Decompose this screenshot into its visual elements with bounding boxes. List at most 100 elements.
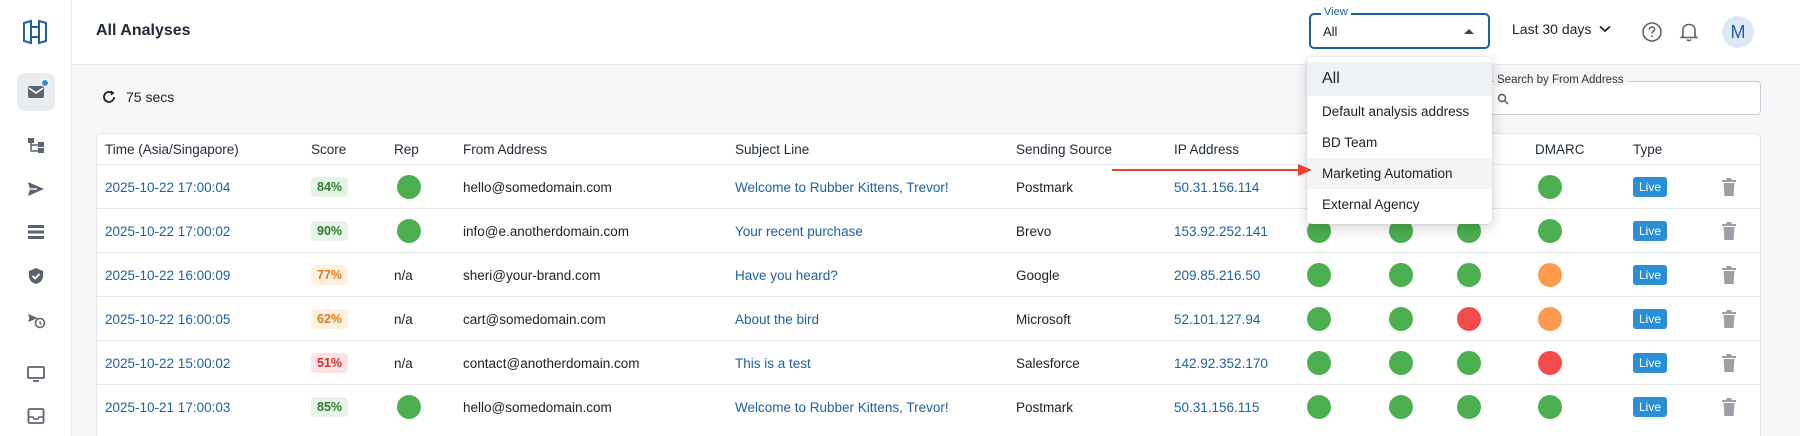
sidebar bbox=[0, 0, 72, 436]
score-badge: 84% bbox=[311, 177, 349, 197]
col-header-score[interactable]: Score bbox=[311, 142, 346, 157]
row-time-link[interactable]: 2025-10-22 16:00:09 bbox=[105, 253, 230, 297]
auth-check-dot bbox=[1457, 307, 1481, 331]
table-row[interactable]: 2025-10-22 17:00:04 84% hello@somedomain.c… bbox=[97, 164, 1760, 209]
sidebar-item-lists[interactable] bbox=[17, 213, 55, 251]
view-option-default[interactable]: Default analysis address bbox=[1307, 96, 1492, 127]
rep-status-dot bbox=[397, 175, 421, 199]
trash-icon bbox=[1722, 222, 1736, 240]
view-dropdown-menu: All Default analysis address BD Team Mar… bbox=[1307, 57, 1492, 224]
sidebar-item-inbox[interactable] bbox=[17, 397, 55, 435]
help-button[interactable] bbox=[1640, 20, 1664, 44]
ip-address-link[interactable]: 50.31.156.115 bbox=[1174, 385, 1259, 429]
view-select[interactable]: View All bbox=[1309, 6, 1490, 49]
type-badge: Live bbox=[1633, 397, 1668, 417]
ip-address-link[interactable]: 209.85.216.50 bbox=[1174, 253, 1260, 297]
col-header-dmarc[interactable]: DMARC bbox=[1535, 142, 1585, 157]
col-header-rep[interactable]: Rep bbox=[394, 142, 419, 157]
col-header-time[interactable]: Time (Asia/Singapore) bbox=[105, 142, 239, 157]
subject-link[interactable]: About the bird bbox=[735, 297, 819, 341]
ip-address-link[interactable]: 142.92.352.170 bbox=[1174, 341, 1268, 385]
sidebar-item-scheduled[interactable] bbox=[17, 301, 55, 339]
refresh-control[interactable]: 75 secs bbox=[101, 89, 174, 105]
score-badge: 77% bbox=[311, 265, 349, 285]
help-icon bbox=[1642, 22, 1662, 42]
subject-link[interactable]: Welcome to Rubber Kittens, Trevor! bbox=[735, 385, 949, 429]
rep-value: n/a bbox=[394, 267, 413, 283]
delete-button[interactable] bbox=[1722, 165, 1736, 209]
row-time-link[interactable]: 2025-10-22 16:00:05 bbox=[105, 297, 230, 341]
sending-source: Brevo bbox=[1016, 223, 1052, 239]
from-address: sheri@your-brand.com bbox=[463, 267, 601, 283]
view-option-marketing-automation[interactable]: Marketing Automation bbox=[1307, 158, 1492, 189]
search-input[interactable]: Search by From Address bbox=[1486, 74, 1761, 115]
type-badge: Live bbox=[1633, 177, 1668, 197]
date-range-button[interactable]: Last 30 days bbox=[1512, 21, 1611, 37]
trash-icon bbox=[1722, 310, 1736, 328]
table-row[interactable]: 2025-10-22 17:00:02 90% info@e.anotherdoma… bbox=[97, 208, 1760, 253]
hierarchy-icon bbox=[28, 138, 44, 153]
subject-link[interactable]: Welcome to Rubber Kittens, Trevor! bbox=[735, 165, 949, 209]
sending-source: Salesforce bbox=[1016, 355, 1080, 371]
sending-source: Microsoft bbox=[1016, 311, 1071, 327]
inbox-icon bbox=[27, 408, 45, 424]
table-row[interactable]: 2025-10-22 15:00:02 51% n/a contact@another… bbox=[97, 340, 1760, 385]
dmarc-status-dot bbox=[1538, 219, 1562, 243]
sidebar-item-monitor[interactable] bbox=[17, 355, 55, 393]
row-time-link[interactable]: 2025-10-22 15:00:02 bbox=[105, 341, 230, 385]
auth-check-dot bbox=[1457, 395, 1481, 419]
from-address: cart@somedomain.com bbox=[463, 311, 606, 327]
col-header-type[interactable]: Type bbox=[1633, 142, 1662, 157]
delete-button[interactable] bbox=[1722, 297, 1736, 341]
subject-link[interactable]: Your recent purchase bbox=[735, 209, 863, 253]
rep-status-dot bbox=[397, 219, 421, 243]
auth-check-dot bbox=[1457, 263, 1481, 287]
trash-icon bbox=[1722, 354, 1736, 372]
view-option-bd-team[interactable]: BD Team bbox=[1307, 127, 1492, 158]
col-header-subject[interactable]: Subject Line bbox=[735, 142, 809, 157]
refresh-icon bbox=[103, 90, 115, 103]
sidebar-item-security[interactable] bbox=[17, 257, 55, 295]
score-badge: 90% bbox=[311, 221, 349, 241]
ip-address-link[interactable]: 52.101.127.94 bbox=[1174, 297, 1260, 341]
chevron-down-icon bbox=[1599, 25, 1611, 33]
row-time-link[interactable]: 2025-10-22 17:00:02 bbox=[105, 209, 230, 253]
row-time-link[interactable]: 2025-10-21 17:00:03 bbox=[105, 385, 230, 429]
delete-button[interactable] bbox=[1722, 209, 1736, 253]
rep-value: n/a bbox=[394, 355, 413, 371]
dmarc-status-dot bbox=[1538, 263, 1562, 287]
subject-link[interactable]: This is a test bbox=[735, 341, 811, 385]
auth-check-dot bbox=[1389, 351, 1413, 375]
sending-source: Postmark bbox=[1016, 399, 1074, 415]
table-row[interactable]: 2025-10-21 17:00:03 85% hello@somedomain.c… bbox=[97, 384, 1760, 429]
table-row[interactable]: 2025-10-22 16:00:05 62% n/a cart@somedomain… bbox=[97, 296, 1760, 341]
user-avatar[interactable]: M bbox=[1722, 16, 1754, 48]
col-header-ip[interactable]: IP Address bbox=[1174, 142, 1239, 157]
type-badge: Live bbox=[1633, 353, 1668, 373]
delete-button[interactable] bbox=[1722, 341, 1736, 385]
sidebar-item-hierarchy[interactable] bbox=[17, 126, 55, 164]
trash-icon bbox=[1722, 178, 1736, 196]
col-header-source[interactable]: Sending Source bbox=[1016, 142, 1112, 157]
dmarc-status-dot bbox=[1538, 175, 1562, 199]
table-row[interactable]: 2025-10-22 16:00:09 77% n/a sheri@your-bran… bbox=[97, 252, 1760, 297]
row-time-link[interactable]: 2025-10-22 17:00:04 bbox=[105, 165, 230, 209]
from-address: hello@somedomain.com bbox=[463, 399, 612, 415]
delete-button[interactable] bbox=[1722, 253, 1736, 297]
auth-check-dot bbox=[1307, 395, 1331, 419]
sending-source: Google bbox=[1016, 267, 1060, 283]
type-badge: Live bbox=[1633, 221, 1668, 241]
rep-status-dot bbox=[397, 395, 421, 419]
view-option-external-agency[interactable]: External Agency bbox=[1307, 189, 1492, 220]
notifications-button[interactable] bbox=[1677, 20, 1701, 44]
view-option-all[interactable]: All bbox=[1307, 62, 1492, 96]
ip-address-link[interactable]: 153.92.252.141 bbox=[1174, 209, 1268, 253]
col-header-from[interactable]: From Address bbox=[463, 142, 547, 157]
subject-link[interactable]: Have you heard? bbox=[735, 253, 838, 297]
top-header: All Analyses View All Last 30 days M bbox=[72, 0, 1800, 65]
app-logo[interactable] bbox=[20, 17, 50, 47]
sidebar-item-analyses[interactable] bbox=[17, 73, 55, 111]
shield-check-icon bbox=[29, 268, 43, 284]
sidebar-item-send[interactable] bbox=[17, 170, 55, 208]
delete-button[interactable] bbox=[1722, 385, 1736, 429]
